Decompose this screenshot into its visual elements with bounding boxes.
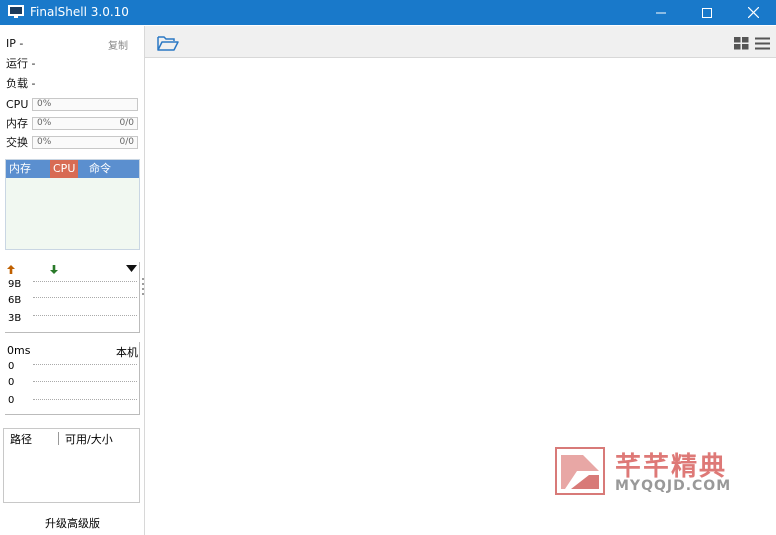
main-content-area: 芊芊精典 MYQQJD.COM (145, 58, 776, 535)
ping-panel: 0ms 本机 0 0 0 (5, 342, 140, 415)
load-label: 负载 (6, 77, 28, 90)
grid-line (33, 297, 137, 298)
upload-arrow-icon (7, 265, 15, 274)
swap-percent: 0% (37, 137, 52, 147)
window-title: FinalShell 3.0.10 (30, 5, 129, 19)
ping-host[interactable]: 本机 (116, 344, 138, 360)
upgrade-button[interactable]: 升级高级版 (0, 515, 145, 531)
resize-handle[interactable] (142, 277, 144, 297)
tab-cpu[interactable]: CPU (50, 160, 79, 178)
network-panel: 9B 6B 3B (5, 262, 140, 333)
disk-col-path[interactable]: 路径 (10, 433, 32, 447)
watermark: 芊芊精典 MYQQJD.COM (555, 447, 745, 497)
mem-percent: 0% (37, 118, 52, 128)
title-bar: FinalShell 3.0.10 (0, 0, 776, 25)
process-tab-bar: 内存 CPU 命令 (6, 160, 139, 178)
cpu-meter: 0% (32, 98, 138, 111)
cpu-label: CPU (6, 98, 29, 111)
mem-meter: 0% 0/0 (32, 117, 138, 130)
disk-table: 路径 可用/大小 (3, 428, 140, 503)
mem-fraction: 0/0 (119, 118, 134, 128)
run-value: - (31, 57, 36, 70)
close-icon (747, 7, 759, 18)
network-tick: 9B (8, 279, 22, 290)
close-button[interactable] (730, 0, 776, 25)
main-toolbar (145, 26, 776, 58)
tab-memory[interactable]: 内存 (6, 160, 34, 178)
run-row: 运行 - (6, 57, 35, 71)
ping-latency: 0ms (7, 344, 31, 357)
watermark-logo-icon (555, 447, 605, 495)
swap-meter: 0% 0/0 (32, 136, 138, 149)
swap-fraction: 0/0 (119, 137, 134, 147)
open-folder-icon[interactable] (157, 35, 179, 51)
disk-col-size[interactable]: 可用/大小 (65, 433, 113, 447)
network-tick: 6B (8, 295, 22, 306)
menu-icon[interactable] (755, 37, 770, 50)
grid-line (33, 364, 137, 365)
mem-label: 内存 (6, 117, 28, 130)
cpu-percent: 0% (37, 99, 52, 109)
grid-line (33, 381, 137, 382)
grid-view-icon[interactable] (734, 37, 749, 50)
ip-label: IP (6, 37, 16, 50)
dropdown-triangle-icon[interactable] (126, 265, 137, 273)
swap-label: 交换 (6, 136, 28, 149)
ping-tick: 0 (8, 377, 15, 388)
run-label: 运行 (6, 57, 28, 70)
minimize-button[interactable] (638, 0, 684, 25)
tab-command[interactable]: 命令 (86, 160, 114, 178)
load-row: 负载 - (6, 77, 35, 91)
minimize-icon (656, 12, 666, 13)
ping-tick: 0 (8, 361, 15, 372)
download-arrow-icon (50, 265, 58, 274)
maximize-button[interactable] (684, 0, 730, 25)
app-icon (8, 5, 24, 18)
grid-line (33, 281, 137, 282)
copy-button[interactable]: 复制 (108, 37, 128, 52)
process-panel: 内存 CPU 命令 (5, 159, 140, 250)
grid-line (33, 399, 137, 400)
load-value: - (31, 77, 36, 90)
grid-line (33, 315, 137, 316)
ip-value: - (19, 37, 24, 50)
ip-row: IP - (6, 37, 23, 51)
network-tick: 3B (8, 313, 22, 324)
watermark-url: MYQQJD.COM (615, 478, 732, 494)
column-separator (58, 432, 59, 445)
ping-tick: 0 (8, 395, 15, 406)
maximize-icon (702, 7, 712, 18)
